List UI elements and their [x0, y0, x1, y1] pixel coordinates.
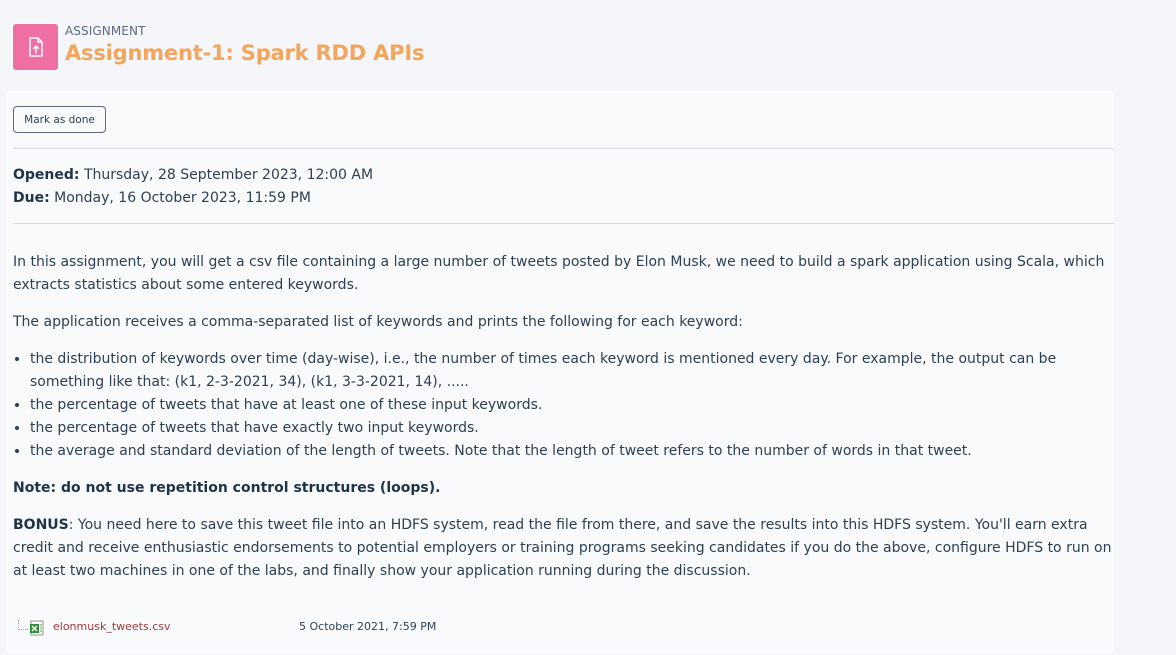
- file-link[interactable]: elonmusk_tweets.csv: [53, 620, 171, 633]
- due-value: Monday, 16 October 2023, 11:59 PM: [49, 190, 311, 206]
- assignment-content: Mark as done Opened: Thursday, 28 Septem…: [6, 91, 1114, 653]
- divider: [13, 223, 1114, 224]
- note-paragraph: Note: do not use repetition control stru…: [13, 480, 441, 496]
- page-title: Assignment-1: Spark RDD APIs: [65, 41, 425, 65]
- list-item: the percentage of tweets that have exact…: [30, 417, 1117, 440]
- requirements-list: the distribution of keywords over time (…: [13, 348, 1117, 463]
- mark-as-done-button[interactable]: Mark as done: [13, 106, 106, 133]
- assignment-upload-icon: [13, 24, 58, 70]
- divider: [13, 148, 1114, 149]
- list-item: the distribution of keywords over time (…: [30, 348, 1117, 394]
- introattachments-tree: elonmusk_tweets.csv 5 October 2021, 7:59…: [18, 618, 518, 638]
- page-header: ASSIGNMENT Assignment-1: Spark RDD APIs: [13, 22, 424, 70]
- assignment-description: In this assignment, you will get a csv f…: [13, 251, 1117, 597]
- activity-type-label: ASSIGNMENT: [65, 24, 146, 38]
- bonus-label: BONUS: [13, 517, 69, 533]
- bonus-text: : You need here to save this tweet file …: [13, 517, 1112, 579]
- receives-paragraph: The application receives a comma-separat…: [13, 314, 743, 330]
- due-date: Due: Monday, 16 October 2023, 11:59 PM: [13, 187, 373, 210]
- opened-label: Opened:: [13, 167, 80, 183]
- file-date: 5 October 2021, 7:59 PM: [299, 620, 437, 633]
- bonus-paragraph: BONUS: You need here to save this tweet …: [13, 514, 1117, 583]
- activity-dates: Opened: Thursday, 28 September 2023, 12:…: [13, 164, 373, 210]
- list-item: the percentage of tweets that have at le…: [30, 394, 1117, 417]
- list-item: the average and standard deviation of th…: [30, 440, 1117, 463]
- intro-paragraph: In this assignment, you will get a csv f…: [13, 254, 1105, 293]
- spreadsheet-file-icon: [29, 620, 45, 639]
- opened-date: Opened: Thursday, 28 September 2023, 12:…: [13, 164, 373, 187]
- due-label: Due:: [13, 190, 50, 206]
- opened-value: Thursday, 28 September 2023, 12:00 AM: [79, 167, 374, 183]
- tree-connector: [18, 620, 28, 630]
